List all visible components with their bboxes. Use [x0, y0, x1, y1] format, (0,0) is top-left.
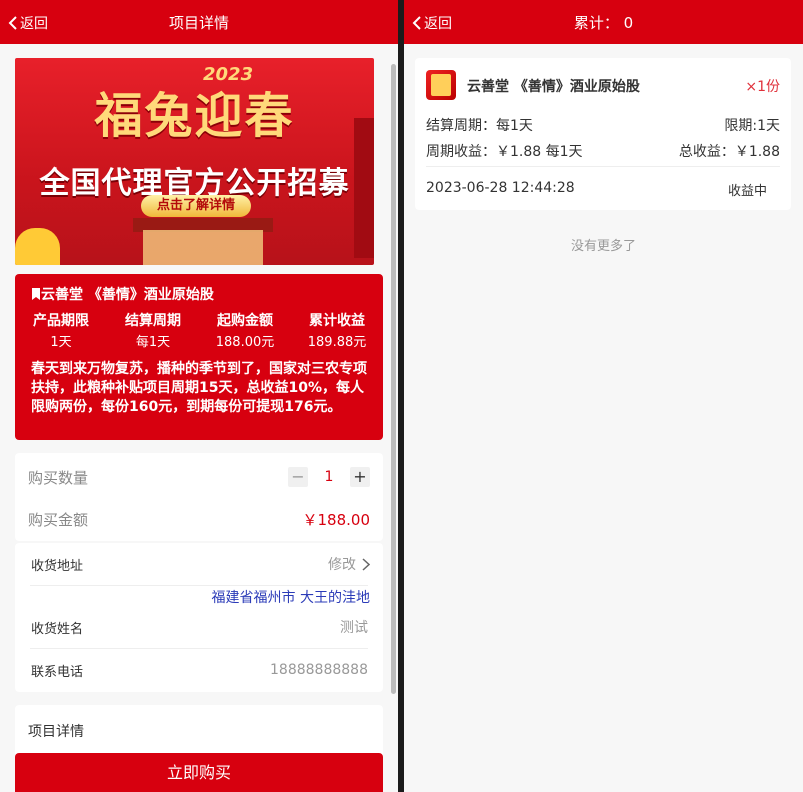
divider [30, 648, 368, 649]
product-description: 春天到来万物复苏，播种的季节到了，国家对三农专项扶持，此粮种补贴项目周期15天，… [31, 361, 367, 415]
product-name: 云善堂 《善情》酒业原始股 [31, 284, 214, 304]
stat-value: 188.00元 [215, 335, 275, 350]
edit-address-link[interactable]: 修改 [328, 554, 356, 574]
promo-banner[interactable]: 2023 福兔迎春 全国代理官方公开招募 点击了解详情 [15, 58, 374, 265]
name-value: 测试 [340, 620, 368, 636]
plus-button[interactable]: + [350, 467, 370, 487]
phone-row: 联系电话 18888888888 [28, 659, 370, 681]
purchase-box: 购买数量 − 1 + 购买金额 ￥188.00 [15, 453, 383, 541]
banner-headline: 福兔迎春 [94, 88, 295, 144]
order-count: ×1份 [745, 79, 780, 95]
status-badge: 收益中 [727, 184, 767, 199]
earnings-panel: 返回 累计： 0 云善堂 《善情》酒业原始股 ×1份 结算周期：每1天 限期:1… [404, 0, 803, 792]
minus-button[interactable]: − [288, 467, 308, 487]
project-detail-panel: 返回 项目详情 2023 福兔迎春 全国代理官方公开招募 点击了解详情 云善堂 … [0, 0, 398, 792]
stat-label: 起购金额 [217, 313, 273, 329]
header: 返回 累计： 0 [404, 0, 803, 44]
total-income: 总收益：￥1.88 [678, 144, 780, 160]
divider [426, 166, 780, 167]
no-more-text: 没有更多了 [570, 239, 636, 254]
order-time: 2023-06-28 12:44:28 [426, 180, 575, 196]
order-row: 周期收益：￥1.88 每1天 总收益：￥1.88 [426, 141, 780, 161]
name-label: 收货姓名 [31, 621, 84, 637]
stat-label: 产品期限 [33, 313, 89, 329]
quantity-stepper[interactable]: − 1 + [288, 467, 370, 487]
address-row[interactable]: 收货地址 修改 [28, 553, 370, 575]
mascot-image [15, 228, 60, 265]
stat-value: 189.88元 [307, 335, 367, 350]
divider [30, 585, 368, 586]
buy-now-button[interactable]: 立即购买 [15, 753, 383, 792]
product-stats: 产品期限 结算周期 起购金额 累计收益 1天 每1天 188.00元 189.8… [15, 310, 383, 354]
delivery-box: 收货地址 修改 福建省福州市 大王的洼地 收货姓名 测试 联系电话 188888… [15, 543, 383, 692]
product-name-label: 云善堂 《善情》酒业原始股 [41, 287, 214, 303]
quantity-value[interactable]: 1 [308, 469, 350, 485]
period-income: 周期收益：￥1.88 每1天 [426, 144, 583, 160]
name-row: 收货姓名 测试 [28, 616, 370, 638]
settlement-cycle: 结算周期：每1天 [426, 118, 533, 134]
product-card: 云善堂 《善情》酒业原始股 产品期限 结算周期 起购金额 累计收益 1天 每1天… [15, 274, 383, 440]
page-title: 项目详情 [168, 14, 229, 32]
total-title: 累计： 0 [573, 14, 634, 32]
scrollbar[interactable] [391, 64, 396, 694]
address-value: 福建省福州市 大王的洼地 [211, 590, 370, 606]
phone-value: 18888888888 [270, 662, 368, 678]
amount-row: 购买金额 ￥188.00 [28, 507, 370, 531]
header: 返回 项目详情 [0, 0, 398, 44]
product-thumbnail [426, 70, 456, 100]
stat-label: 累计收益 [309, 313, 365, 329]
phone-label: 联系电话 [31, 664, 84, 680]
address-label: 收货地址 [31, 558, 84, 574]
chevron-right-icon[interactable] [362, 557, 370, 571]
bookmark-icon [32, 288, 40, 300]
order-title: 云善堂 《善情》酒业原始股 [467, 79, 640, 95]
quantity-label: 购买数量 [28, 468, 89, 487]
stat-value: 1天 [50, 335, 72, 350]
amount-value: ￥188.00 [302, 510, 371, 529]
banner-cta-button[interactable]: 点击了解详情 [141, 195, 251, 217]
order-card[interactable]: 云善堂 《善情》酒业原始股 ×1份 结算周期：每1天 限期:1天 周期收益：￥1… [415, 58, 791, 210]
order-row: 结算周期：每1天 限期:1天 [426, 115, 780, 135]
stat-value: 每1天 [135, 335, 171, 350]
stat-label: 结算周期 [125, 313, 181, 329]
gate-image [143, 230, 263, 265]
details-label: 项目详情 [28, 724, 84, 740]
term-limit: 限期:1天 [724, 118, 780, 134]
amount-label: 购买金额 [28, 510, 89, 529]
quantity-row: 购买数量 − 1 + [28, 465, 370, 489]
